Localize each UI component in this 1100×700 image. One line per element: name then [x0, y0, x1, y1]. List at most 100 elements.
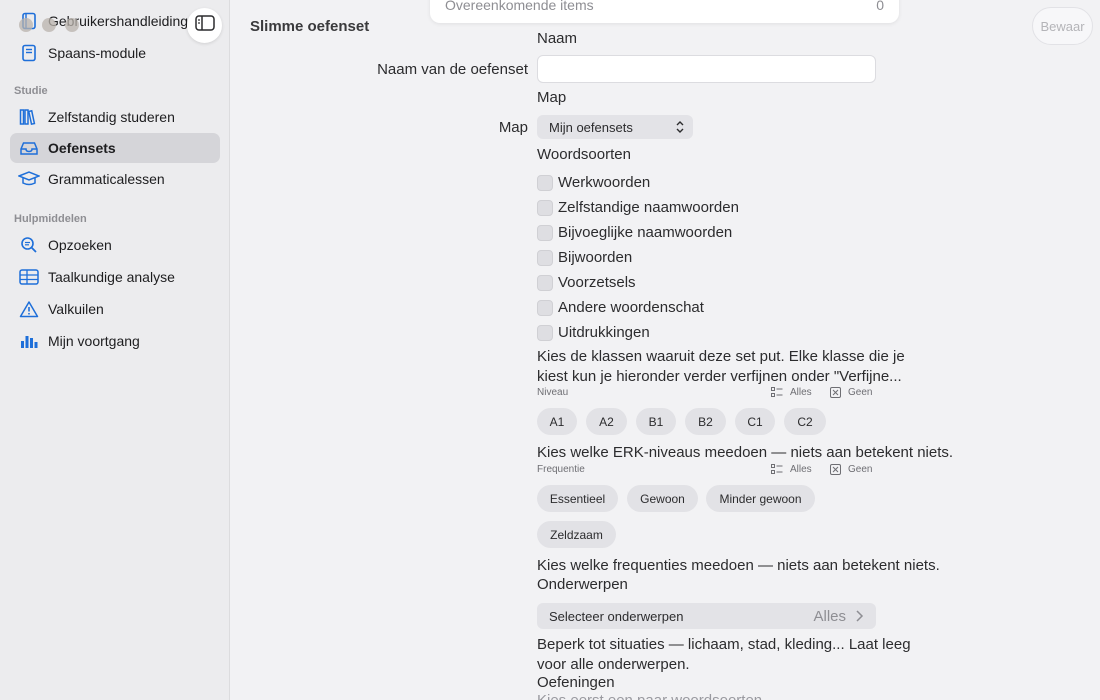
checkbox-label: Werkwoorden	[558, 174, 651, 191]
pos-description-line: Kies de klassen waaruit deze set put. El…	[537, 348, 905, 365]
frequency-description: Kies welke frequenties meedoen — niets a…	[537, 557, 940, 574]
checkbox-label: Uitdrukkingen	[558, 324, 650, 341]
page-title: Slimme oefenset	[250, 18, 370, 35]
folder-select[interactable]: Mijn oefensets	[537, 115, 693, 139]
notebook-icon	[18, 42, 40, 64]
magnifier-icon	[18, 234, 40, 256]
checkbox-nouns[interactable]: Zelfstandige naamwoorden	[537, 199, 739, 216]
name-field-label: Naam van de oefenset	[377, 61, 528, 78]
graduation-cap-icon	[18, 168, 40, 190]
checkbox-label: Andere woordenschat	[558, 299, 704, 316]
topics-description-line: voor alle onderwerpen.	[537, 655, 690, 673]
section-label-tools: Hulpmiddelen	[14, 213, 87, 225]
matching-items-card: Overeenkomende items 0	[430, 0, 899, 23]
select-none-label: Geen	[848, 387, 873, 398]
bar-chart-icon	[18, 330, 40, 352]
checkbox-box[interactable]	[537, 249, 553, 266]
checkbox-other-vocabulary[interactable]: Andere woordenschat	[537, 299, 704, 316]
level-description: Kies welke ERK-niveaus meedoen — niets a…	[537, 444, 954, 461]
table-icon	[18, 266, 40, 288]
topics-section-header: Onderwerpen	[537, 576, 628, 593]
level-select-all-button[interactable]: Alles	[771, 387, 812, 398]
checkbox-box[interactable]	[537, 299, 553, 316]
checkbox-box[interactable]	[537, 274, 553, 291]
select-topics-button[interactable]: Selecteer onderwerpen Alles	[537, 603, 876, 629]
frequency-chip-essential[interactable]: Essentieel	[537, 485, 618, 512]
checkbox-verbs[interactable]: Werkwoorden	[537, 174, 650, 191]
set-name-input[interactable]	[537, 55, 876, 83]
sidebar-item-exercise-sets[interactable]: Oefensets	[10, 133, 220, 163]
close-window-button[interactable]	[19, 18, 33, 32]
checkbox-prepositions[interactable]: Voorzetsels	[537, 274, 636, 291]
level-chip-b1[interactable]: B1	[636, 408, 676, 435]
pos-description-line: kiest kun je hieronder verder verfijnen …	[537, 367, 902, 385]
topics-value: Alles	[813, 607, 846, 625]
select-none-label: Geen	[848, 464, 873, 475]
chevron-right-icon	[856, 610, 864, 622]
sidebar-item-linguistic-analysis[interactable]: Taalkundige analyse	[10, 262, 220, 292]
sidebar-item-label: Mijn voortgang	[48, 333, 140, 349]
x-square-icon	[830, 387, 841, 398]
level-select-none-button[interactable]: Geen	[830, 387, 872, 398]
sidebar-item-label: Grammaticalessen	[48, 171, 165, 187]
checkbox-adverbs[interactable]: Bijwoorden	[537, 249, 632, 266]
folder-section-header: Map	[537, 89, 567, 106]
sidebar-item-pitfalls[interactable]: Valkuilen	[10, 294, 220, 324]
frequency-chip-less-common[interactable]: Minder gewoon	[706, 485, 815, 512]
level-chip-a2[interactable]: A2	[586, 408, 627, 435]
checkbox-label: Zelfstandige naamwoorden	[558, 199, 739, 216]
updown-chevron-icon	[675, 120, 685, 137]
frequency-chip-rare[interactable]: Zeldzaam	[537, 521, 616, 548]
main-content: Overeenkomende items 0 Slimme oefenset B…	[230, 0, 1100, 700]
topics-description: Beperk tot situaties — lichaam, stad, kl…	[537, 635, 911, 674]
books-icon	[18, 106, 40, 128]
checkbox-label: Bijwoorden	[558, 249, 633, 266]
name-section-header: Naam	[537, 30, 578, 47]
frequency-chip-common[interactable]: Gewoon	[627, 485, 698, 512]
sidebar-item-label: Valkuilen	[48, 301, 104, 317]
level-chip-a1[interactable]: A1	[537, 408, 577, 435]
select-topics-label: Selecteer onderwerpen	[549, 608, 684, 624]
zoom-window-button[interactable]	[65, 18, 79, 32]
checkbox-box[interactable]	[537, 324, 553, 341]
frequency-section-header: Frequentie	[537, 464, 585, 475]
x-square-icon	[830, 464, 841, 475]
window-controls	[19, 18, 79, 32]
sidebar-item-self-study[interactable]: Zelfstandig studeren	[10, 102, 220, 132]
level-chip-c1[interactable]: C1	[735, 408, 775, 435]
sidebar: Gebruikershandleiding Spaans-module Stud…	[0, 0, 230, 700]
topics-description-line: Beperk tot situaties — lichaam, stad, kl…	[537, 636, 911, 653]
checkbox-label: Voorzetsels	[558, 274, 636, 291]
sidebar-item-label: Taalkundige analyse	[48, 269, 175, 285]
folder-select-value: Mijn oefensets	[549, 119, 633, 135]
sidebar-item-my-progress[interactable]: Mijn voortgang	[10, 326, 220, 356]
level-chip-c2[interactable]: C2	[784, 408, 826, 435]
select-all-label: Alles	[790, 464, 812, 475]
checkbox-expressions[interactable]: Uitdrukkingen	[537, 324, 650, 341]
tray-icon	[18, 137, 40, 159]
warning-icon	[18, 298, 40, 320]
sidebar-toggle-icon	[194, 15, 215, 36]
sidebar-item-label: Zelfstandig studeren	[48, 109, 175, 125]
save-button[interactable]: Bewaar	[1032, 7, 1093, 45]
level-section-header: Niveau	[537, 387, 569, 398]
level-chip-b2[interactable]: B2	[685, 408, 726, 435]
pos-section-header: Woordsoorten	[537, 146, 631, 163]
topics-value-group: Alles	[813, 608, 864, 625]
checkbox-box[interactable]	[537, 224, 553, 241]
sidebar-item-grammar-lessons[interactable]: Grammaticalessen	[10, 164, 220, 194]
checklist-icon	[771, 387, 783, 397]
checkbox-box[interactable]	[537, 174, 553, 191]
matching-items-count: 0	[876, 0, 884, 13]
checklist-icon	[771, 464, 783, 474]
frequency-select-all-button[interactable]: Alles	[771, 464, 812, 475]
exercises-description: Kies eerst een paar woordsoorten	[537, 691, 762, 700]
checkbox-adjectives[interactable]: Bijvoeglijke naamwoorden	[537, 224, 732, 241]
select-all-label: Alles	[790, 387, 812, 398]
frequency-select-none-button[interactable]: Geen	[830, 464, 872, 475]
sidebar-item-lookup[interactable]: Opzoeken	[10, 230, 220, 260]
sidebar-item-spanish-module[interactable]: Spaans-module	[10, 38, 220, 68]
minimize-window-button[interactable]	[42, 18, 56, 32]
sidebar-item-label: Opzoeken	[48, 237, 112, 253]
checkbox-box[interactable]	[537, 199, 553, 216]
